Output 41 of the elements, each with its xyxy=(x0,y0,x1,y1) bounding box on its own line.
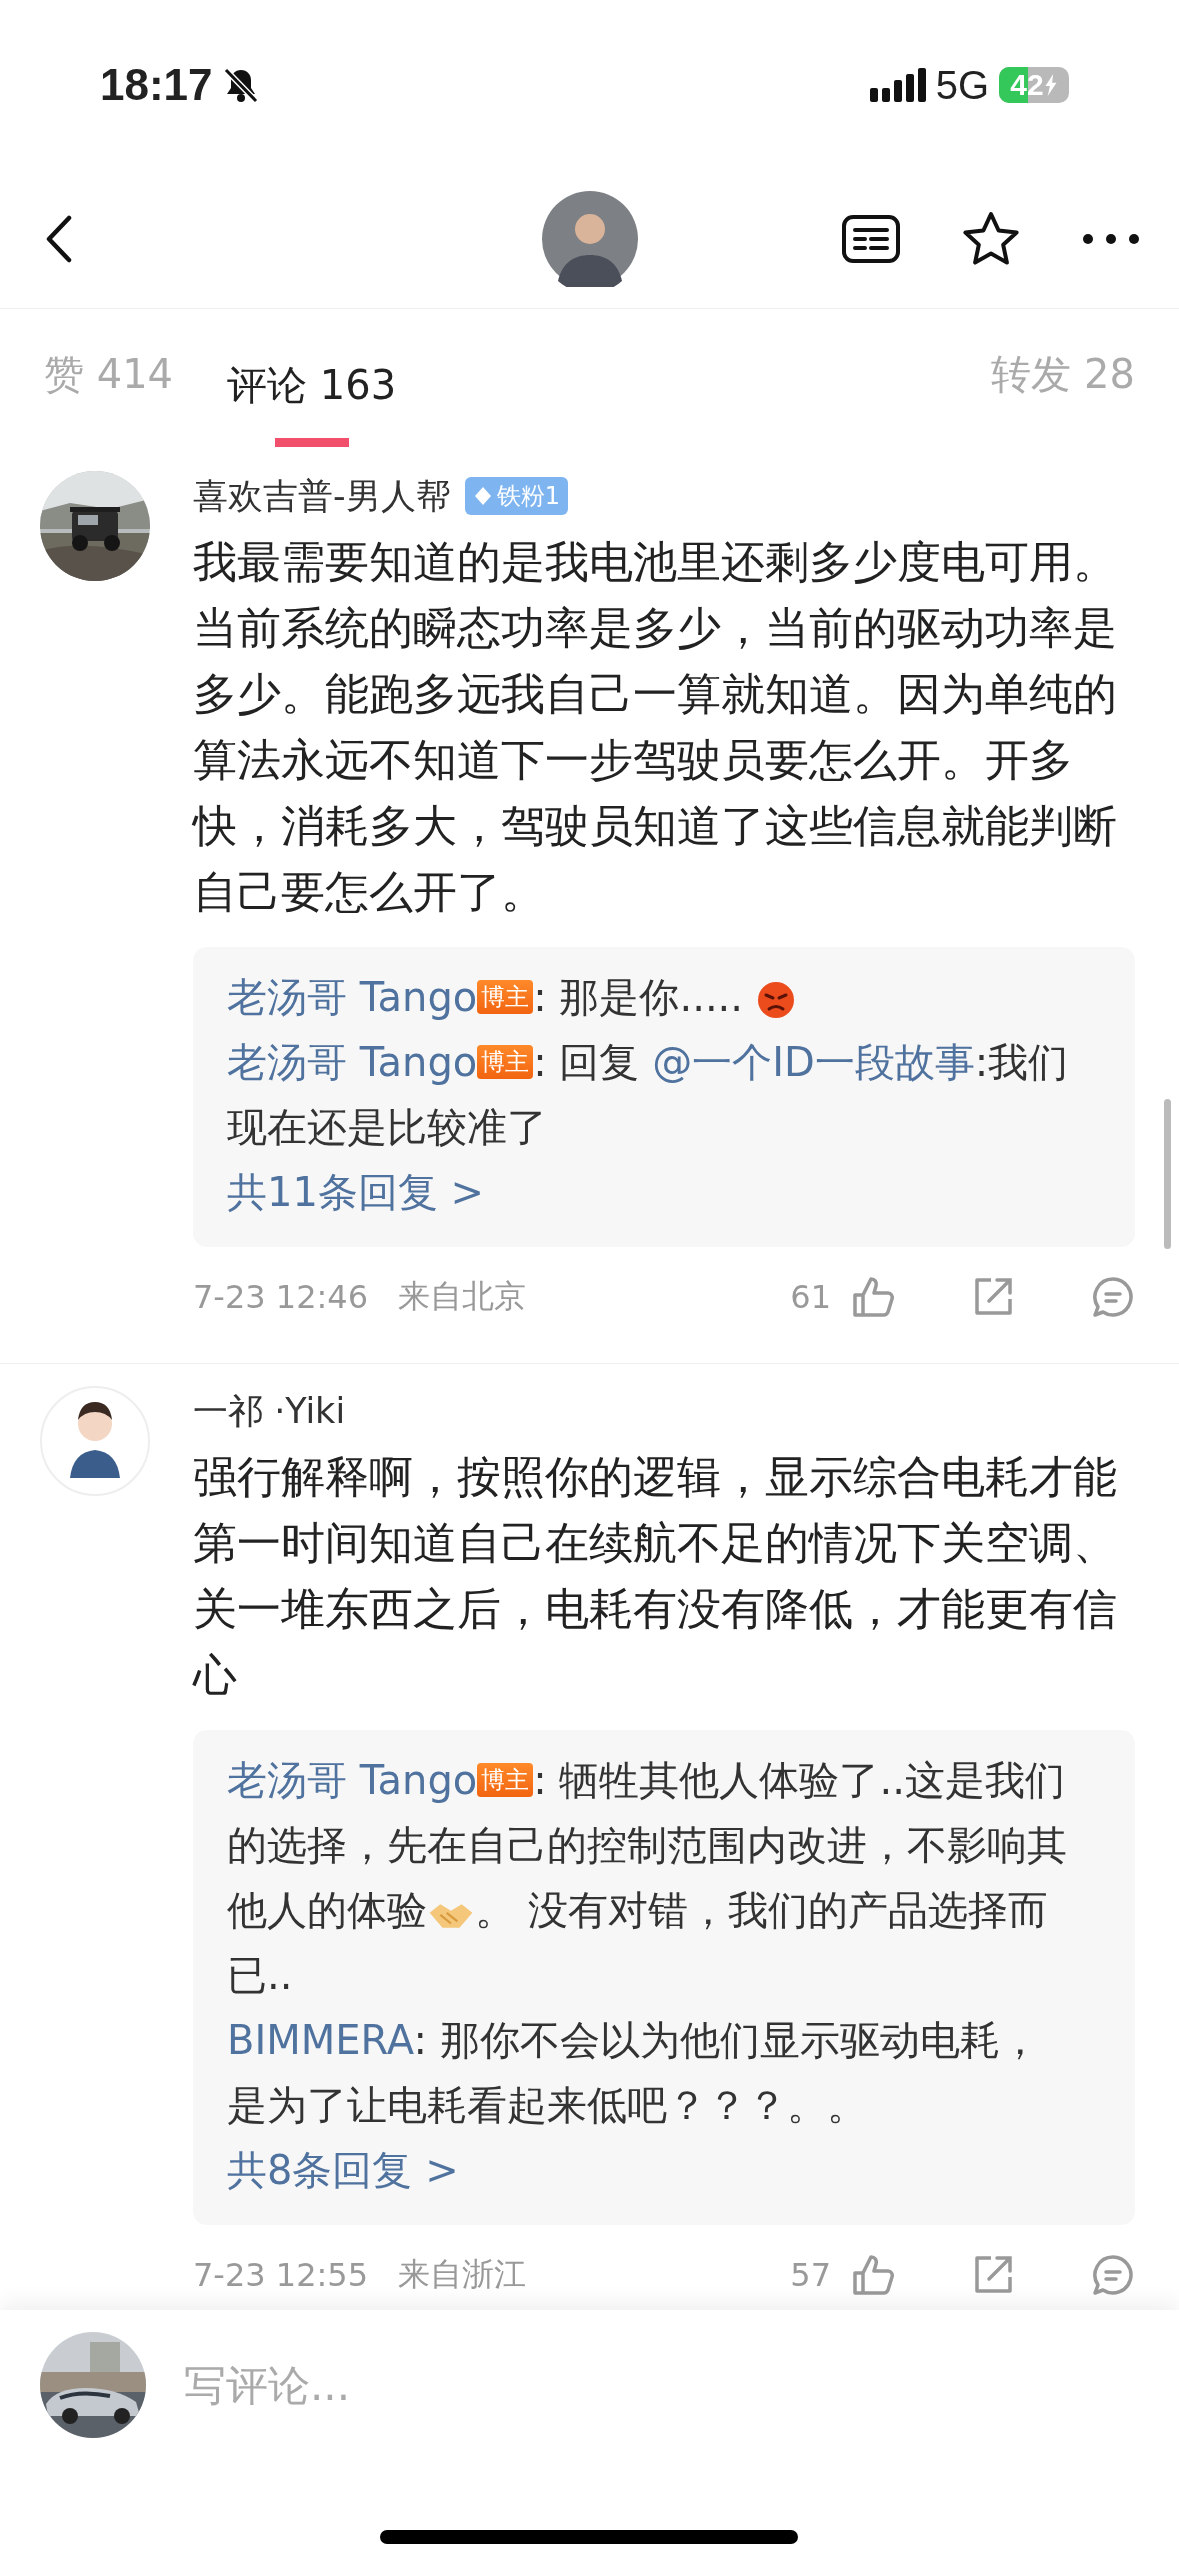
like-button[interactable] xyxy=(851,2253,895,2297)
like-count: 57 xyxy=(790,2256,831,2294)
comment-text: 我最需要知道的是我电池里还剩多少度电可用。当前系统的瞬态功率是多少，当前的驱动功率是多少。能跑多远我自己一算就知道。因为单纯的算法永远不知道下一步驾驶员要怎么开。开多快，消耗多大，驾驶员知道了这些信息就能判断自己要怎么开了。 xyxy=(193,535,1118,919)
tab[interactable]: 转发 28 xyxy=(991,325,1135,433)
comment-button[interactable] xyxy=(1091,1275,1135,1319)
comment-location: 来自浙江 xyxy=(398,2254,526,2295)
angry-face-icon xyxy=(755,979,796,1019)
reply-author[interactable]: BIMMERA xyxy=(227,2017,414,2063)
more-button[interactable] xyxy=(1081,232,1141,246)
avatar[interactable] xyxy=(541,191,638,287)
author-badge: 博主 xyxy=(477,980,534,1014)
user-name[interactable]: 喜欢吉普-男人帮 xyxy=(193,472,451,520)
author-badge: 博主 xyxy=(477,1045,534,1079)
author-badge: 博主 xyxy=(477,1763,534,1797)
comment-time: 7-23 12:46 xyxy=(193,1278,368,1316)
reply-author[interactable]: 老汤哥 Tango xyxy=(227,1039,478,1085)
comment-time: 7-23 12:55 xyxy=(193,2256,368,2294)
reply-text: BIMMERA: 那你不会以为他们显示驱动电耗，是为了让电耗看起来低吧？？？。。 xyxy=(227,2016,1041,2130)
comment-text: 强行解释啊，按照你的逻辑，显示综合电耗才能第一时间知道自己在续航不足的情况下关空调、关一堆东西之后，电耗有没有降低，才能更有信心 xyxy=(193,1450,1118,1702)
like-count: 61 xyxy=(790,1278,831,1316)
reply-text: 老汤哥 Tango 博主: 牺牲其他人体验了..这是我们的选择，先在自己的控制范围内改进，不影响其他人的体验 。 没有对错，我们的产品选择而已.. xyxy=(227,1756,1068,2000)
comment-button[interactable] xyxy=(1091,2253,1135,2297)
more-replies-link[interactable]: 共8条回复 > xyxy=(227,2138,1079,2203)
user-name[interactable]: 一祁 ·Yiki xyxy=(193,1387,346,1435)
comment-input[interactable]: 写评论... xyxy=(184,2350,1139,2420)
reply-text: 老汤哥 Tango 博主: 那是你..... xyxy=(227,965,1079,1030)
like-button[interactable] xyxy=(851,1275,895,1319)
favorite-button[interactable] xyxy=(961,210,1021,268)
mention-link[interactable]: @一个ID一段故事 xyxy=(652,1039,975,1085)
reply-author[interactable]: 老汤哥 Tango xyxy=(227,1757,478,1803)
more-replies-link[interactable]: 共11条回复 > xyxy=(227,1160,1079,1225)
network-label: 5G xyxy=(935,62,989,108)
article-button[interactable] xyxy=(841,214,901,264)
comment-location: 来自北京 xyxy=(398,1276,526,1317)
status-time: 18:17 xyxy=(100,60,213,110)
reply-text: 老汤哥 Tango 博主: 回复 @一个ID一段故事:我们现在还是比较准了 xyxy=(227,1038,1070,1152)
reply-author[interactable]: 老汤哥 Tango xyxy=(227,974,478,1020)
back-button[interactable] xyxy=(44,214,74,264)
fan-badge: 铁粉1 xyxy=(464,477,568,515)
tab[interactable]: 赞 414 xyxy=(44,325,174,433)
signal-icon xyxy=(869,68,926,102)
